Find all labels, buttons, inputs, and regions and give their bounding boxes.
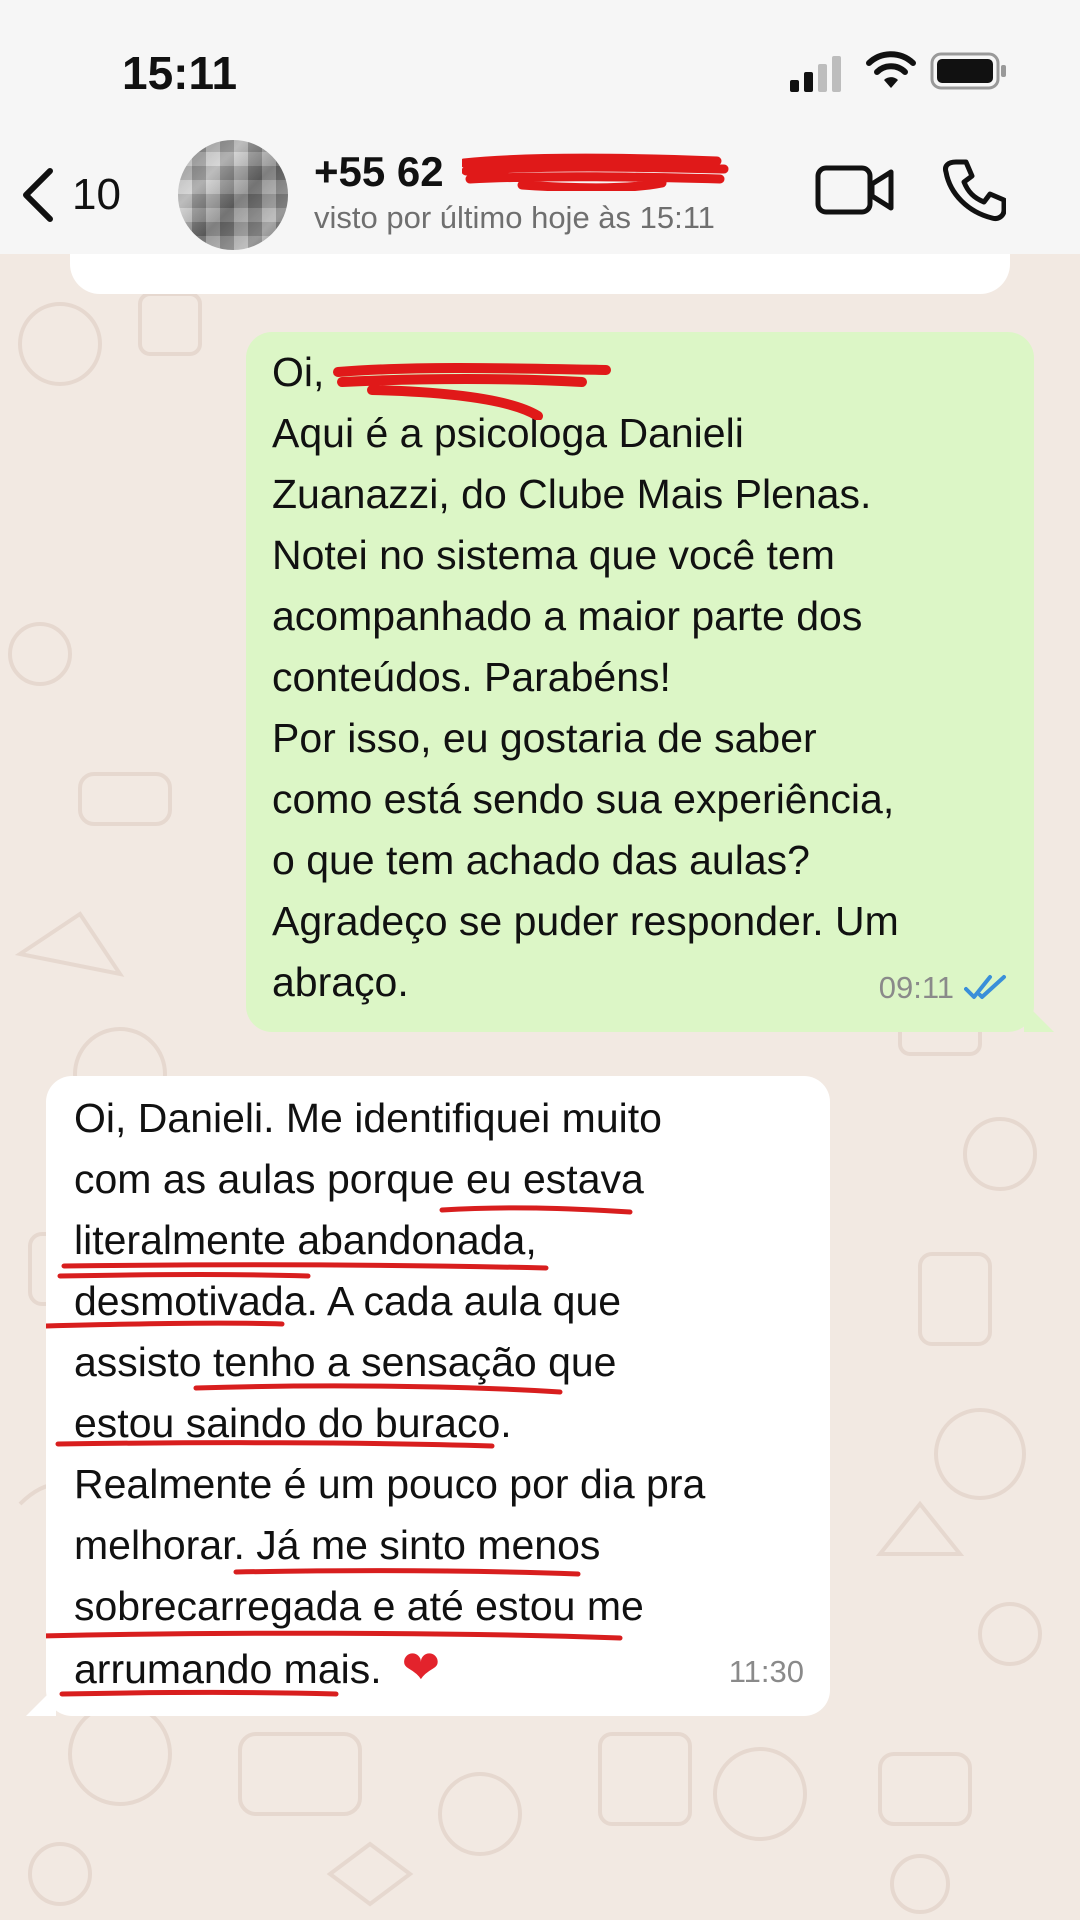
message-line: assisto tenho a sensação que xyxy=(74,1339,617,1385)
contact-name[interactable]: +55 62 xyxy=(314,148,444,196)
message-time: 11:30 xyxy=(728,1654,804,1689)
previous-message-bubble xyxy=(70,254,1010,294)
message-time: 09:11 xyxy=(878,970,954,1005)
message-line: acompanhado a maior parte dos xyxy=(272,593,863,639)
chat-header: 15:11 10 +55 62 visto por último hoje às… xyxy=(0,0,1080,255)
heart-emoji: ❤ xyxy=(401,1641,441,1693)
message-line: com as aulas porque eu estava xyxy=(74,1156,644,1202)
incoming-message[interactable]: Oi, Danieli. Me identifiquei muito com a… xyxy=(26,1076,830,1716)
message-line: Realmente é um pouco por dia pra xyxy=(74,1461,706,1507)
back-button[interactable]: 10 xyxy=(18,160,128,230)
battery-icon xyxy=(930,52,1006,90)
redaction-scribble xyxy=(462,153,729,191)
wifi-icon xyxy=(866,51,916,88)
bubble-tail xyxy=(26,1686,56,1716)
phone-call-icon[interactable] xyxy=(942,158,1006,222)
status-time: 15:11 xyxy=(122,47,238,99)
message-line: literalmente abandonada, xyxy=(74,1217,537,1263)
double-check-read-icon xyxy=(964,974,1006,999)
message-line: Zuanazzi, do Clube Mais Plenas. xyxy=(272,471,872,517)
message-line-last: arrumando mais. ❤ xyxy=(74,1637,806,1700)
chevron-left-icon xyxy=(23,168,53,222)
message-line: como está sendo sua experiência, xyxy=(272,776,895,822)
message-line: estou saindo do buraco. xyxy=(74,1400,512,1446)
message-meta: 11:30 xyxy=(729,1641,804,1702)
unread-count: 10 xyxy=(72,170,121,219)
message-line-text: arrumando mais. xyxy=(74,1646,382,1692)
message-line: desmotivada. A cada aula que xyxy=(74,1278,622,1324)
message-line: conteúdos. Parabéns! xyxy=(272,654,671,700)
message-line: sobrecarregada e até estou me xyxy=(74,1583,644,1629)
message-meta: 09:11 xyxy=(879,957,1008,1018)
redaction-scribble xyxy=(333,363,611,420)
outgoing-message[interactable]: Oi, Aqui é a psicologa Danieli Zuanazzi,… xyxy=(246,332,1054,1032)
last-seen-status: visto por último hoje às 15:11 xyxy=(314,200,715,235)
avatar[interactable] xyxy=(178,140,288,250)
video-call-icon[interactable] xyxy=(815,162,895,218)
message-line: Oi, Danieli. Me identifiquei muito xyxy=(74,1095,662,1141)
bubble-tail xyxy=(1024,1002,1054,1032)
message-line: Por isso, eu gostaria de saber xyxy=(272,715,817,761)
cellular-signal-icon xyxy=(790,56,841,92)
message-line: Agradeço se puder responder. Um xyxy=(272,898,899,944)
chat-area[interactable]: Oi, Aqui é a psicologa Danieli Zuanazzi,… xyxy=(0,254,1080,1920)
message-line: melhorar. Já me sinto menos xyxy=(74,1522,601,1568)
message-line: Notei no sistema que você tem xyxy=(272,532,835,578)
message-line: o que tem achado das aulas? xyxy=(272,837,810,883)
